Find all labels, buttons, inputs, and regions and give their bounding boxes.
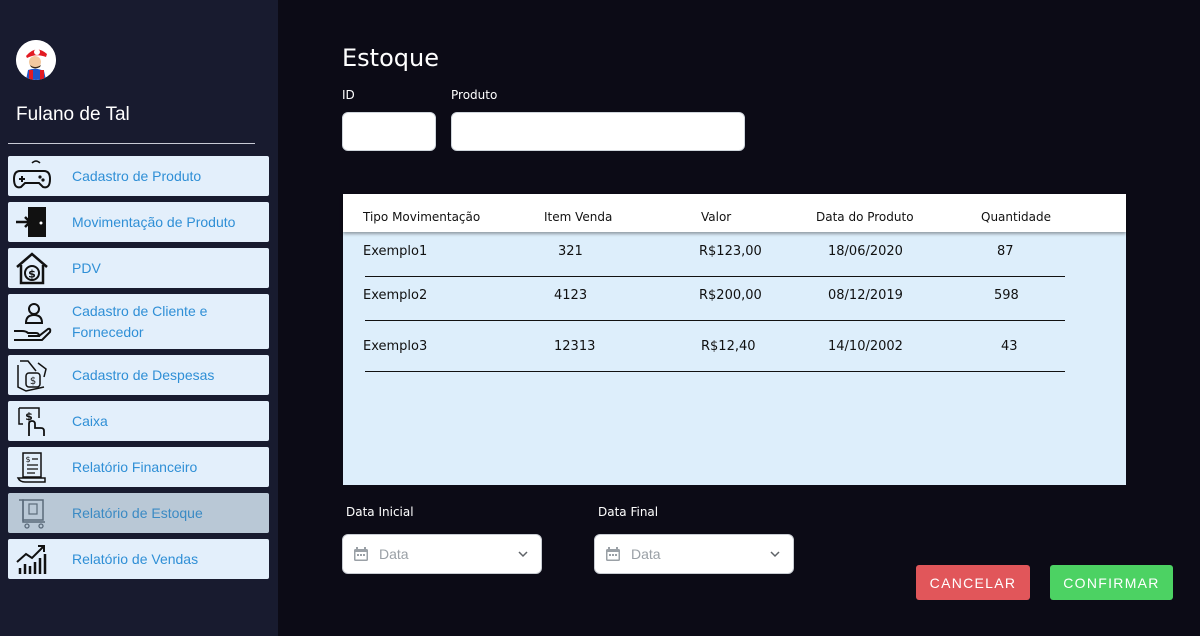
sidebar-item-label: Cadastro de Produto	[72, 167, 202, 184]
report-icon: $	[8, 450, 56, 484]
id-label: ID	[342, 88, 355, 102]
sidebar-item-label: Relatório de Estoque	[72, 504, 203, 521]
sidebar-item-cadastro-produto[interactable]: Cadastro de Produto	[8, 156, 269, 196]
id-input[interactable]	[342, 112, 436, 151]
cell-quantidade: 43	[1001, 339, 1018, 354]
column-header[interactable]: Quantidade	[981, 210, 1051, 224]
sidebar-item-label: Movimentação de Produto	[72, 213, 236, 230]
cell-item-venda: 321	[558, 244, 583, 259]
hand-person-icon	[8, 301, 56, 343]
cell-data: 14/10/2002	[828, 339, 903, 354]
column-header[interactable]: Data do Produto	[816, 210, 914, 224]
chevron-down-icon	[770, 551, 780, 558]
avatar[interactable]	[16, 40, 56, 80]
calendar-icon	[354, 547, 368, 561]
data-final-label: Data Final	[598, 505, 659, 519]
house-dollar-icon: $	[8, 250, 56, 286]
sidebar-item-relatorio-financeiro[interactable]: $ Relatório Financeiro	[8, 447, 269, 487]
sidebar-item-label: Relatório de Vendas	[72, 550, 199, 567]
column-header[interactable]: Tipo Movimentação	[363, 210, 480, 224]
row-divider	[365, 371, 1065, 372]
growth-chart-icon	[8, 542, 56, 576]
sidebar-item-label: PDV	[72, 259, 101, 276]
user-name: Fulano de Tal	[16, 104, 130, 125]
stock-table: Tipo Movimentação Item Venda Valor Data …	[343, 194, 1126, 485]
data-inicial-placeholder: Data	[379, 546, 409, 562]
box-cart-icon	[8, 496, 56, 530]
svg-text:$: $	[30, 376, 36, 387]
mario-avatar-icon	[16, 40, 56, 80]
cell-valor: R$12,40	[701, 339, 756, 354]
row-divider	[365, 276, 1065, 277]
cell-item-venda: 4123	[554, 288, 588, 303]
sidebar: Fulano de Tal Cadastro de Produto Movime…	[0, 0, 278, 636]
cell-valor: R$123,00	[699, 244, 762, 259]
cell-tipo: Exemplo1	[363, 244, 428, 259]
sidebar-item-caixa[interactable]: $ Caixa	[8, 401, 269, 441]
cell-quantidade: 598	[994, 288, 1019, 303]
cell-valor: R$200,00	[699, 288, 762, 303]
data-final-picker[interactable]: Data	[594, 534, 794, 574]
data-inicial-picker[interactable]: Data	[342, 534, 542, 574]
confirm-button[interactable]: CONFIRMAR	[1050, 565, 1173, 600]
data-inicial-label: Data Inicial	[346, 505, 414, 519]
sidebar-item-relatorio-vendas[interactable]: Relatório de Vendas	[8, 539, 269, 579]
sidebar-item-label: Relatório Financeiro	[72, 458, 198, 475]
table-header: Tipo Movimentação Item Venda Valor Data …	[343, 194, 1126, 232]
sidebar-item-cadastro-cliente[interactable]: Cadastro de Cliente e Fornecedor	[8, 294, 269, 349]
cell-data: 08/12/2019	[828, 288, 903, 303]
cancel-button[interactable]: CANCELAR	[916, 565, 1030, 600]
produto-input[interactable]	[451, 112, 745, 151]
cash-icon: $	[8, 404, 56, 438]
page-title: Estoque	[342, 44, 439, 72]
gamepad-icon	[8, 159, 56, 193]
cell-quantidade: 87	[997, 244, 1014, 259]
chevron-down-icon	[518, 551, 528, 558]
door-enter-icon	[8, 205, 56, 239]
row-divider	[365, 320, 1065, 321]
sidebar-item-label: Cadastro de Despesas	[72, 366, 215, 383]
cell-tipo: Exemplo3	[363, 339, 428, 354]
sidebar-nav: Cadastro de Produto Movimentação de Prod…	[8, 156, 269, 585]
cell-item-venda: 12313	[554, 339, 596, 354]
sidebar-item-label: Cadastro de Cliente e Fornecedor	[72, 302, 208, 340]
sidebar-item-cadastro-despesas[interactable]: $ Cadastro de Despesas	[8, 355, 269, 395]
column-header[interactable]: Valor	[701, 210, 731, 224]
hand-money-icon: $	[8, 357, 56, 393]
sidebar-item-label: Caixa	[72, 412, 108, 429]
sidebar-item-movimentacao-produto[interactable]: Movimentação de Produto	[8, 202, 269, 242]
produto-label: Produto	[451, 88, 498, 102]
column-header[interactable]: Item Venda	[544, 210, 612, 224]
svg-text:$: $	[25, 455, 30, 464]
sidebar-divider	[8, 143, 255, 144]
svg-text:$: $	[28, 268, 36, 281]
calendar-icon	[606, 547, 620, 561]
sidebar-item-relatorio-estoque[interactable]: Relatório de Estoque	[8, 493, 269, 533]
sidebar-item-pdv[interactable]: $ PDV	[8, 248, 269, 288]
cell-tipo: Exemplo2	[363, 288, 428, 303]
cell-data: 18/06/2020	[828, 244, 903, 259]
data-final-placeholder: Data	[631, 546, 661, 562]
